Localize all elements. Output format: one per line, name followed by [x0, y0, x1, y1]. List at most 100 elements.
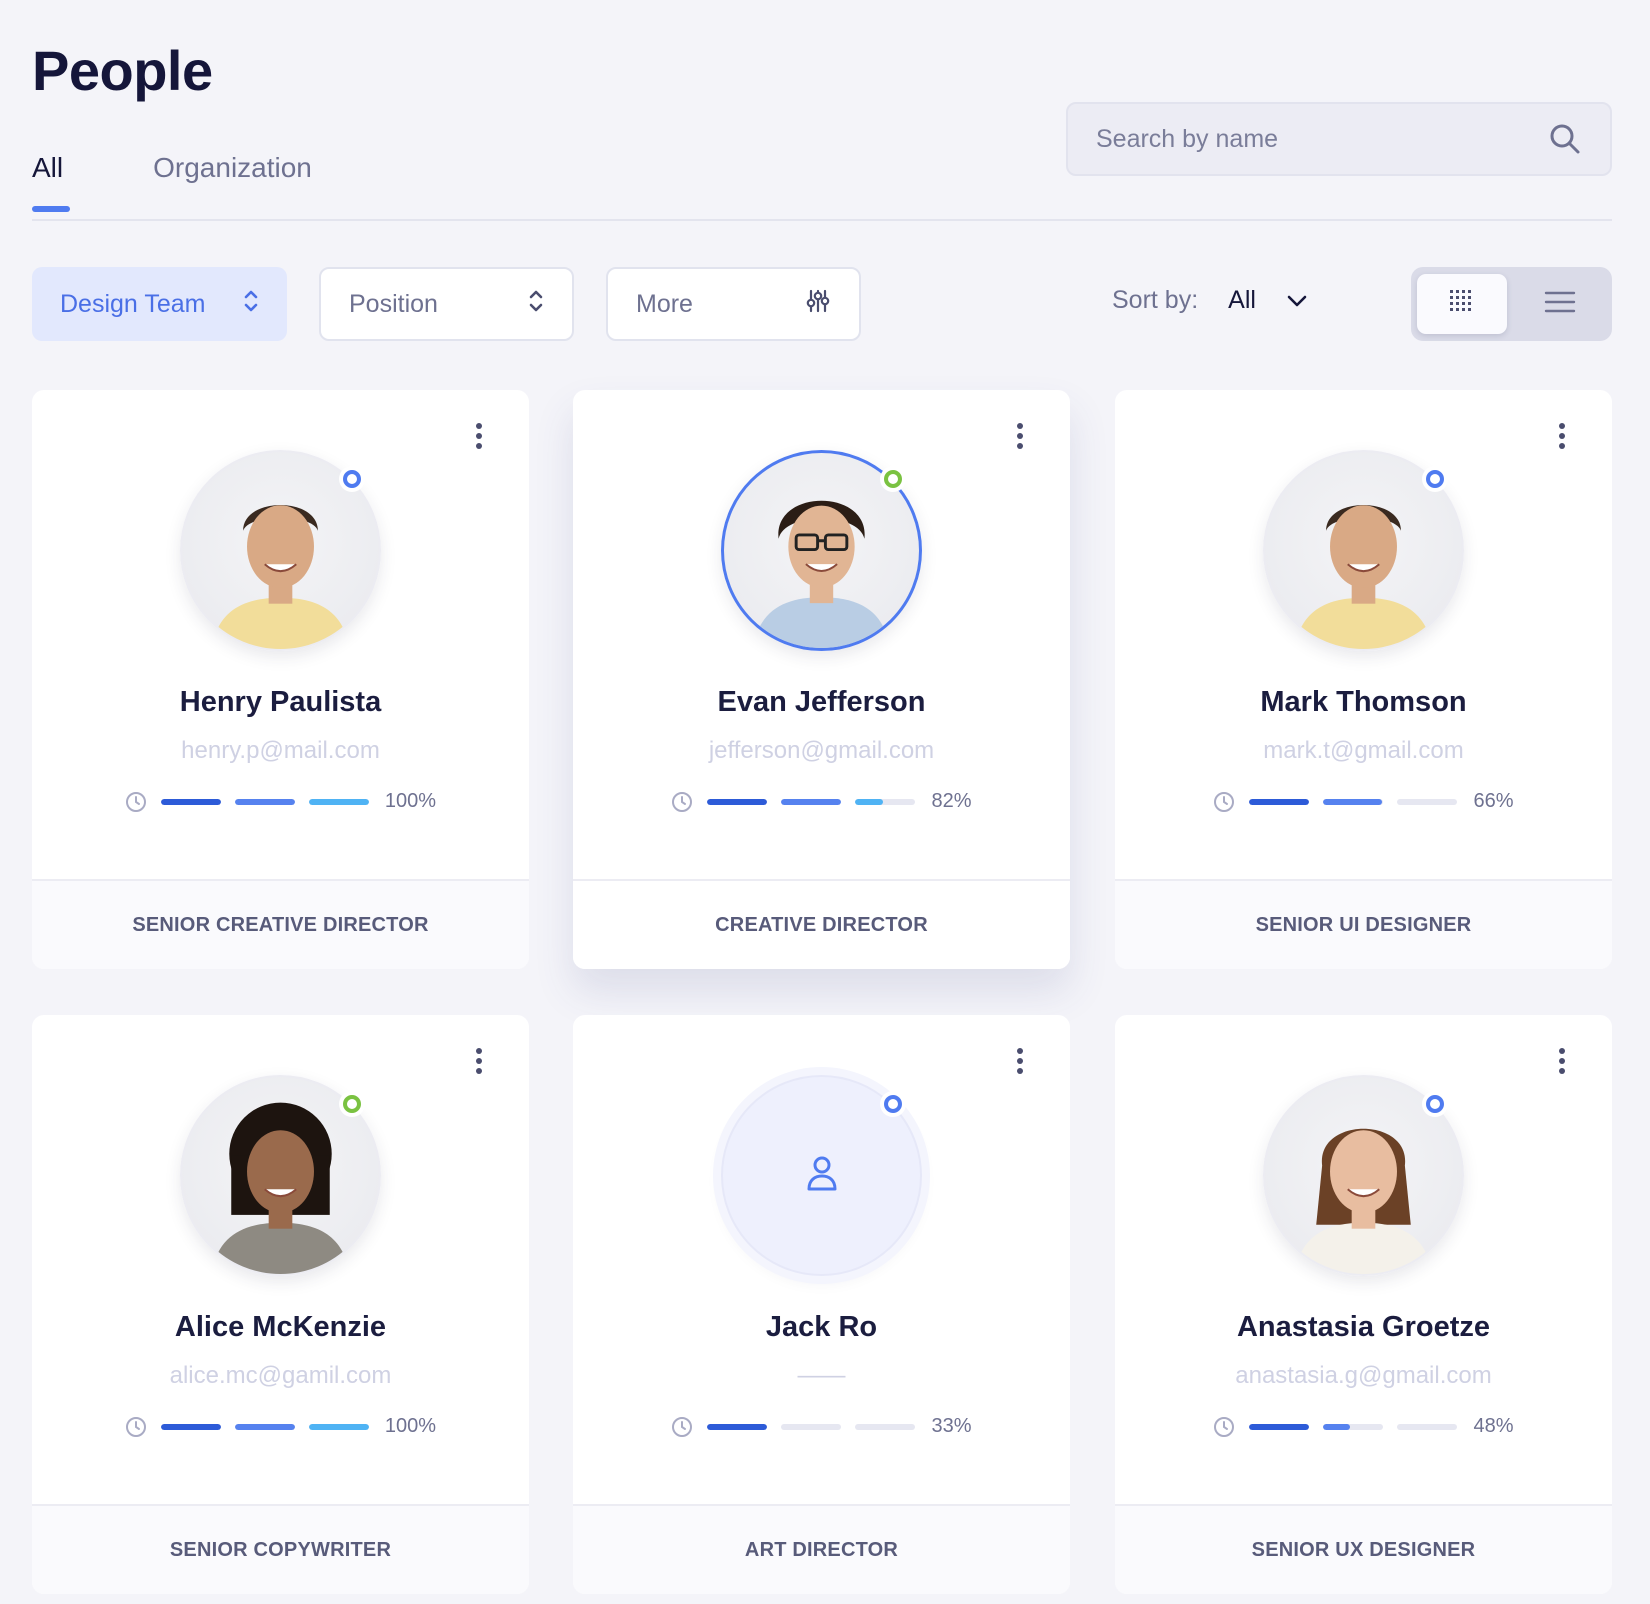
progress-percent: 48%: [1473, 1415, 1514, 1437]
person-card[interactable]: Jack Ro —— 33% ART DIRECTOR: [573, 1015, 1070, 1594]
person-role: ART DIRECTOR: [573, 1504, 1070, 1594]
person-card[interactable]: Mark Thomson mark.t@gmail.com 66% SENIOR UI…: [1115, 390, 1612, 969]
position-filter-select[interactable]: Position: [319, 267, 574, 341]
user-icon: [805, 1154, 839, 1197]
progress-segment: [234, 1423, 295, 1430]
up-down-chevron-icon: [528, 287, 544, 322]
progress-segment: [1397, 798, 1458, 805]
sort-dropdown[interactable]: All: [1228, 286, 1308, 315]
grid-view-button[interactable]: [1417, 274, 1507, 334]
page-title: People: [32, 39, 213, 102]
status-indicator: [880, 466, 906, 492]
progress-percent: 100%: [384, 1415, 437, 1437]
more-options-icon[interactable]: [1010, 1041, 1030, 1081]
avatar-wrap: [1263, 1075, 1464, 1276]
position-filter-label: Position: [349, 289, 438, 318]
avatar-wrap: [721, 450, 922, 651]
progress-indicator: 82%: [573, 790, 1070, 813]
progress-segment: [1249, 1423, 1310, 1430]
status-indicator: [339, 1091, 365, 1117]
person-card[interactable]: Evan Jefferson jefferson@gmail.com 82% CREA…: [573, 390, 1070, 969]
clock-icon: [125, 791, 147, 813]
progress-segment: [308, 1423, 369, 1430]
status-indicator: [1422, 466, 1448, 492]
more-filters-button[interactable]: More: [606, 267, 861, 341]
person-card[interactable]: Alice McKenzie alice.mc@gamil.com 100% SENI…: [32, 1015, 529, 1594]
up-down-chevron-icon: [243, 287, 259, 322]
person-email: alice.mc@gamil.com: [169, 1362, 392, 1389]
progress-indicator: 100%: [32, 1415, 529, 1438]
progress-segment: [1323, 1423, 1384, 1430]
tab-organization[interactable]: Organization: [153, 152, 312, 212]
person-role: SENIOR UI DESIGNER: [1115, 879, 1612, 969]
active-tab-indicator: [32, 206, 70, 212]
avatar-wrap: [721, 1075, 922, 1276]
person-email: ——: [797, 1362, 846, 1389]
status-indicator: [880, 1091, 906, 1117]
progress-segment: [1397, 1423, 1458, 1430]
divider: [32, 219, 1612, 221]
clock-icon: [125, 1416, 147, 1438]
sort-value: All: [1228, 286, 1256, 314]
progress-segment: [160, 798, 221, 805]
avatar-wrap: [1263, 450, 1464, 651]
more-filters-label: More: [636, 289, 693, 318]
search-box: [1066, 102, 1612, 176]
progress-percent: 82%: [931, 790, 972, 812]
progress-indicator: 33%: [573, 1415, 1070, 1438]
progress-percent: 100%: [384, 790, 437, 812]
list-icon: [1544, 289, 1576, 320]
team-filter-label: Design Team: [60, 289, 206, 318]
person-email: anastasia.g@gmail.com: [1235, 1362, 1492, 1389]
progress-segment: [1249, 798, 1310, 805]
sort-label: Sort by:: [1112, 286, 1199, 314]
progress-indicator: 48%: [1115, 1415, 1612, 1438]
tab-bar: All Organization: [32, 152, 312, 212]
clock-icon: [671, 1416, 693, 1438]
sort-control: Sort by: All: [1112, 286, 1308, 315]
progress-segment: [308, 798, 369, 805]
list-view-button[interactable]: [1515, 274, 1605, 334]
person-role: SENIOR UX DESIGNER: [1115, 1504, 1612, 1594]
progress-segment: [781, 798, 842, 805]
clock-icon: [671, 791, 693, 813]
progress-segment: [707, 798, 768, 805]
progress-segment: [855, 798, 916, 805]
status-indicator: [339, 466, 365, 492]
status-indicator: [1422, 1091, 1448, 1117]
search-input[interactable]: [1096, 124, 1548, 154]
person-name: Mark Thomson: [1260, 686, 1467, 718]
more-options-icon[interactable]: [1552, 416, 1572, 456]
person-email: jefferson@gmail.com: [708, 737, 935, 764]
person-card[interactable]: Anastasia Groetze anastasia.g@gmail.com 48…: [1115, 1015, 1612, 1594]
sliders-icon: [805, 288, 831, 321]
more-options-icon[interactable]: [1010, 416, 1030, 456]
person-card[interactable]: Henry Paulista henry.p@mail.com 100% SENIOR…: [32, 390, 529, 969]
progress-indicator: 66%: [1115, 790, 1612, 813]
more-options-icon[interactable]: [1552, 1041, 1572, 1081]
progress-percent: 66%: [1473, 790, 1514, 812]
person-name: Alice McKenzie: [174, 1311, 387, 1343]
tab-all[interactable]: All: [32, 152, 70, 212]
view-toggle: [1411, 267, 1612, 341]
person-name: Henry Paulista: [179, 686, 382, 718]
chevron-down-icon: [1286, 286, 1308, 315]
tab-label: All: [32, 152, 64, 183]
progress-segment: [234, 798, 295, 805]
progress-segment: [160, 1423, 221, 1430]
clock-icon: [1213, 791, 1235, 813]
tab-label: Organization: [153, 152, 312, 183]
progress-segment: [855, 1423, 916, 1430]
progress-segment: [707, 1423, 768, 1430]
clock-icon: [1213, 1416, 1235, 1438]
person-email: henry.p@mail.com: [181, 737, 380, 764]
progress-percent: 33%: [931, 1415, 972, 1437]
team-filter-select[interactable]: Design Team: [32, 267, 287, 341]
avatar-wrap: [180, 1075, 381, 1276]
person-name: Anastasia Groetze: [1236, 1311, 1491, 1343]
more-options-icon[interactable]: [469, 416, 489, 456]
search-icon[interactable]: [1548, 122, 1582, 156]
more-options-icon[interactable]: [469, 1041, 489, 1081]
person-role: SENIOR CREATIVE DIRECTOR: [32, 879, 529, 969]
person-name: Evan Jefferson: [717, 686, 926, 718]
